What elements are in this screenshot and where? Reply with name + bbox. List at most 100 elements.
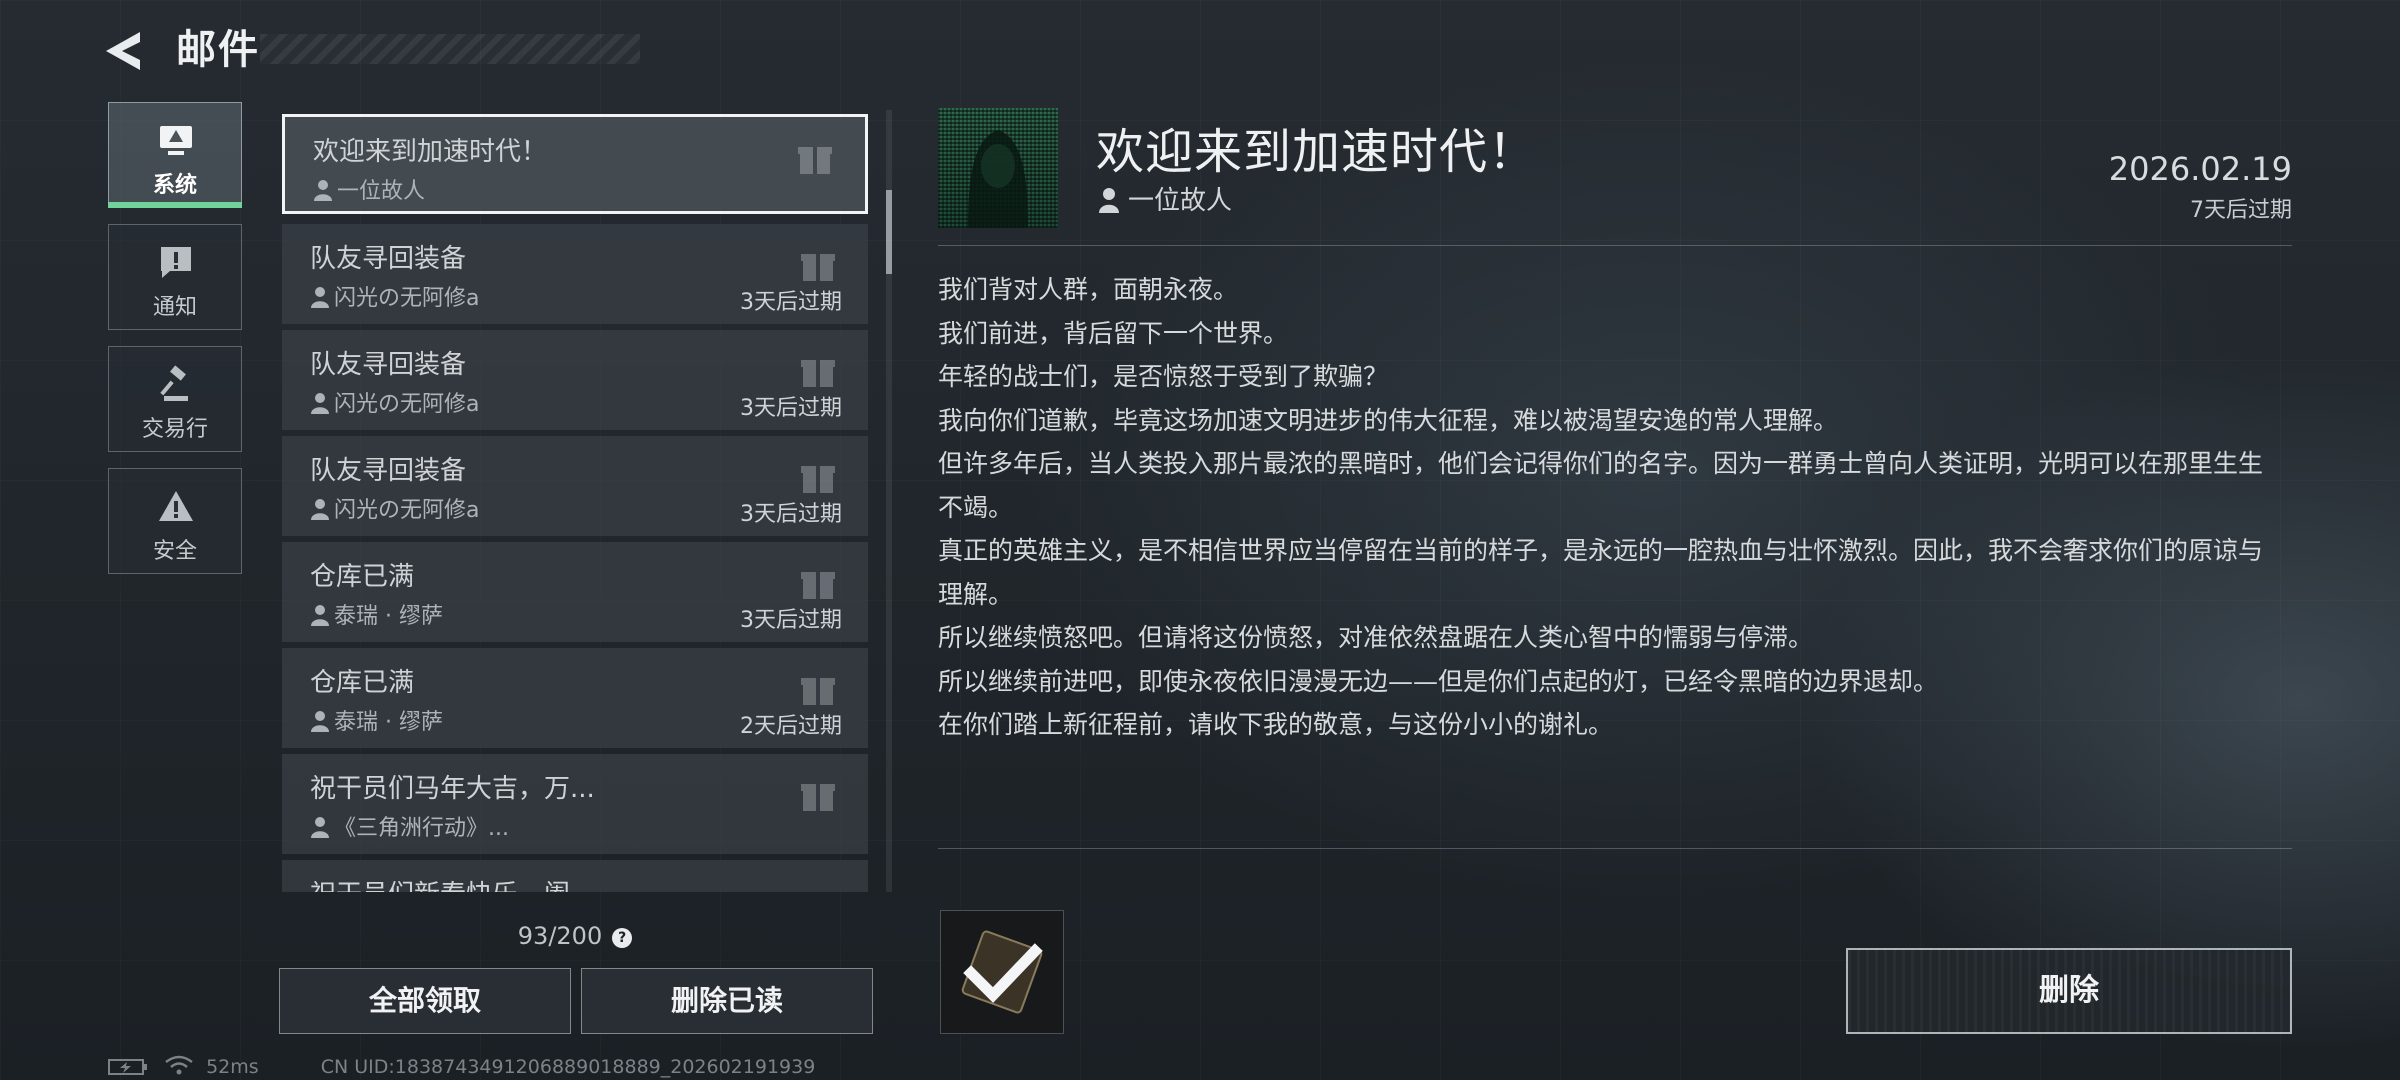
mail-expiry: 3天后过期 [740, 502, 842, 527]
mail-item[interactable]: 队友寻回装备 闪光の无阿修a 3天后过期 [282, 436, 868, 536]
warning-triangle-icon [159, 491, 193, 521]
gift-icon [801, 254, 835, 281]
checkmark-card-icon [961, 930, 1043, 1014]
tab-notification-label: 通知 [152, 295, 197, 320]
tab-security[interactable]: 安全 [108, 468, 242, 574]
scrollbar-thumb[interactable] [886, 190, 892, 274]
mail-subject: 仓库已满 [310, 562, 415, 592]
mail-sender-name: 《三角洲行动》... [334, 816, 509, 841]
back-button[interactable] [100, 26, 150, 76]
tab-notification[interactable]: 通知 [108, 224, 242, 330]
tab-system[interactable]: 系统 [108, 102, 242, 208]
tab-trading[interactable]: 交易行 [108, 346, 242, 452]
mail-sender: 泰瑞 · 缪萨 [310, 598, 443, 630]
gavel-icon [160, 365, 188, 401]
mail-list[interactable]: 欢迎来到加速时代！ 一位故人 队友寻回装备 闪光の无阿修a 3天后过期 队友寻回… [282, 110, 868, 892]
mail-body-line: 所以继续愤怒吧。但请将这份愤怒，对准依然盘踞在人类心智中的懦弱与停滞。 [938, 623, 1814, 652]
mail-expiry: 3天后过期 [740, 608, 842, 633]
person-icon [311, 817, 329, 838]
mail-subject: 队友寻回装备 [310, 350, 467, 380]
mail-body-line: 但许多年后，当人类投入那片最浓的黑暗时，他们会记得你们的名字。因为一群勇士曾向人… [938, 449, 2264, 522]
person-icon [311, 287, 329, 308]
mail-body: 我们背对人群，面朝永夜。 我们前进，背后留下一个世界。 年轻的战士们，是否惊怒于… [938, 268, 2268, 747]
mail-detail-expiry: 7天后过期 [2190, 198, 2292, 223]
monitor-icon [160, 126, 192, 155]
mail-sender-name: 泰瑞 · 缪萨 [334, 710, 443, 735]
mail-item-selected[interactable]: 欢迎来到加速时代！ 一位故人 [282, 114, 868, 214]
gift-icon [798, 147, 832, 174]
mail-sender-name: 泰瑞 · 缪萨 [334, 604, 443, 629]
tab-trading-label: 交易行 [141, 417, 208, 442]
mail-subject: 欢迎来到加速时代！ [313, 137, 548, 167]
gift-icon [801, 572, 835, 599]
alert-message-icon [161, 247, 191, 278]
mail-expiry: 2天后过期 [740, 714, 842, 739]
sender-avatar [938, 108, 1058, 228]
mail-body-line: 所以继续前进吧，即使永夜依旧漫漫无边——但是你们点起的灯，已经令黑暗的边界退却。 [938, 666, 1939, 696]
person-icon [1099, 188, 1119, 213]
mail-item[interactable]: 祝干员们新春快乐，阖... [282, 860, 868, 892]
mail-sender: 泰瑞 · 缪萨 [310, 704, 443, 736]
mail-item[interactable]: 仓库已满 泰瑞 · 缪萨 2天后过期 [282, 648, 868, 748]
detail-divider-top [938, 245, 2292, 246]
page-header: 邮件 [100, 22, 640, 78]
status-bar: 52ms CN UID:1838743491206889018889_20260… [108, 1054, 815, 1078]
mail-sender-name: 闪光の无阿修a [334, 286, 480, 311]
mail-detail-sender: 一位故人 [1098, 180, 1232, 217]
mail-item[interactable]: 仓库已满 泰瑞 · 缪萨 3天后过期 [282, 542, 868, 642]
mail-list-scrollbar[interactable] [886, 110, 892, 892]
ping-value: 52ms [206, 1056, 259, 1078]
person-icon [311, 499, 329, 520]
mail-subject: 队友寻回装备 [310, 456, 467, 486]
mail-body-line: 我向你们道歉，毕竟这场加速文明进步的伟大征程，难以被渴望安逸的常人理解。 [938, 405, 1839, 435]
delete-button[interactable]: 删除 [1846, 948, 2292, 1034]
mail-sender-name: 闪光の无阿修a [334, 498, 480, 523]
help-icon[interactable]: ? [612, 928, 633, 948]
mail-item[interactable]: 祝干员们马年大吉，万... 《三角洲行动》... [282, 754, 868, 854]
mail-sender: 闪光の无阿修a [310, 492, 479, 524]
hooded-figure-avatar [968, 130, 1028, 228]
uid-value: CN UID:1838743491206889018889_2026021919… [320, 1056, 816, 1078]
mail-detail-date: 2026.02.19 [2108, 150, 2292, 188]
mail-detail-title: 欢迎来到加速时代！ [1096, 124, 1538, 180]
gift-icon [801, 466, 835, 493]
mail-subject: 队友寻回装备 [310, 244, 467, 274]
person-icon [314, 180, 332, 201]
mail-sender-name: 一位故人 [337, 179, 426, 204]
person-icon [311, 605, 329, 626]
mail-body-line: 年轻的战士们，是否惊怒于受到了欺骗？ [938, 362, 1389, 391]
mail-subject: 祝干员们新春快乐，阖... [310, 874, 595, 892]
mail-sender: 闪光の无阿修a [310, 386, 479, 418]
mail-sender: 闪光の无阿修a [310, 280, 479, 312]
mail-body-line: 我们前进，背后留下一个世界。 [938, 318, 1289, 348]
gift-icon [801, 784, 835, 811]
mail-expiry: 3天后过期 [740, 396, 842, 421]
attachment-item[interactable] [940, 910, 1064, 1034]
tab-system-label: 系统 [152, 173, 197, 198]
mailbox-count-value: 93/200 [517, 922, 603, 950]
page-title: 邮件 [176, 27, 260, 73]
mail-body-line: 我们背对人群，面朝永夜。 [938, 275, 1239, 304]
gift-icon [801, 360, 835, 387]
mail-sender: 一位故人 [313, 173, 425, 205]
wifi-icon [165, 1055, 193, 1075]
mail-detail-sender-name: 一位故人 [1128, 186, 1233, 216]
back-arrow-icon [106, 32, 140, 70]
delete-read-button[interactable]: 删除已读 [581, 968, 873, 1034]
mail-body-line: 在你们踏上新征程前，请收下我的敬意，与这份小小的谢礼。 [938, 710, 1614, 739]
mail-item[interactable]: 队友寻回装备 闪光の无阿修a 3天后过期 [282, 224, 868, 324]
person-icon [311, 711, 329, 732]
claim-all-button[interactable]: 全部领取 [279, 968, 571, 1034]
gift-icon [801, 678, 835, 705]
mail-body-line: 真正的英雄主义，是不相信世界应当停留在当前的样子，是永远的一腔热血与壮怀激烈。因… [938, 536, 2264, 609]
mailbox-count: 93/200? [282, 922, 868, 950]
mail-sender-name: 闪光の无阿修a [334, 392, 480, 417]
header-decoration [260, 34, 640, 64]
mail-expiry: 3天后过期 [740, 290, 842, 315]
mail-sender: 《三角洲行动》... [310, 810, 509, 842]
detail-divider-bottom [938, 848, 2292, 849]
mail-item[interactable]: 队友寻回装备 闪光の无阿修a 3天后过期 [282, 330, 868, 430]
person-icon [311, 393, 329, 414]
tab-security-label: 安全 [152, 539, 197, 564]
mail-subject: 仓库已满 [310, 668, 415, 698]
